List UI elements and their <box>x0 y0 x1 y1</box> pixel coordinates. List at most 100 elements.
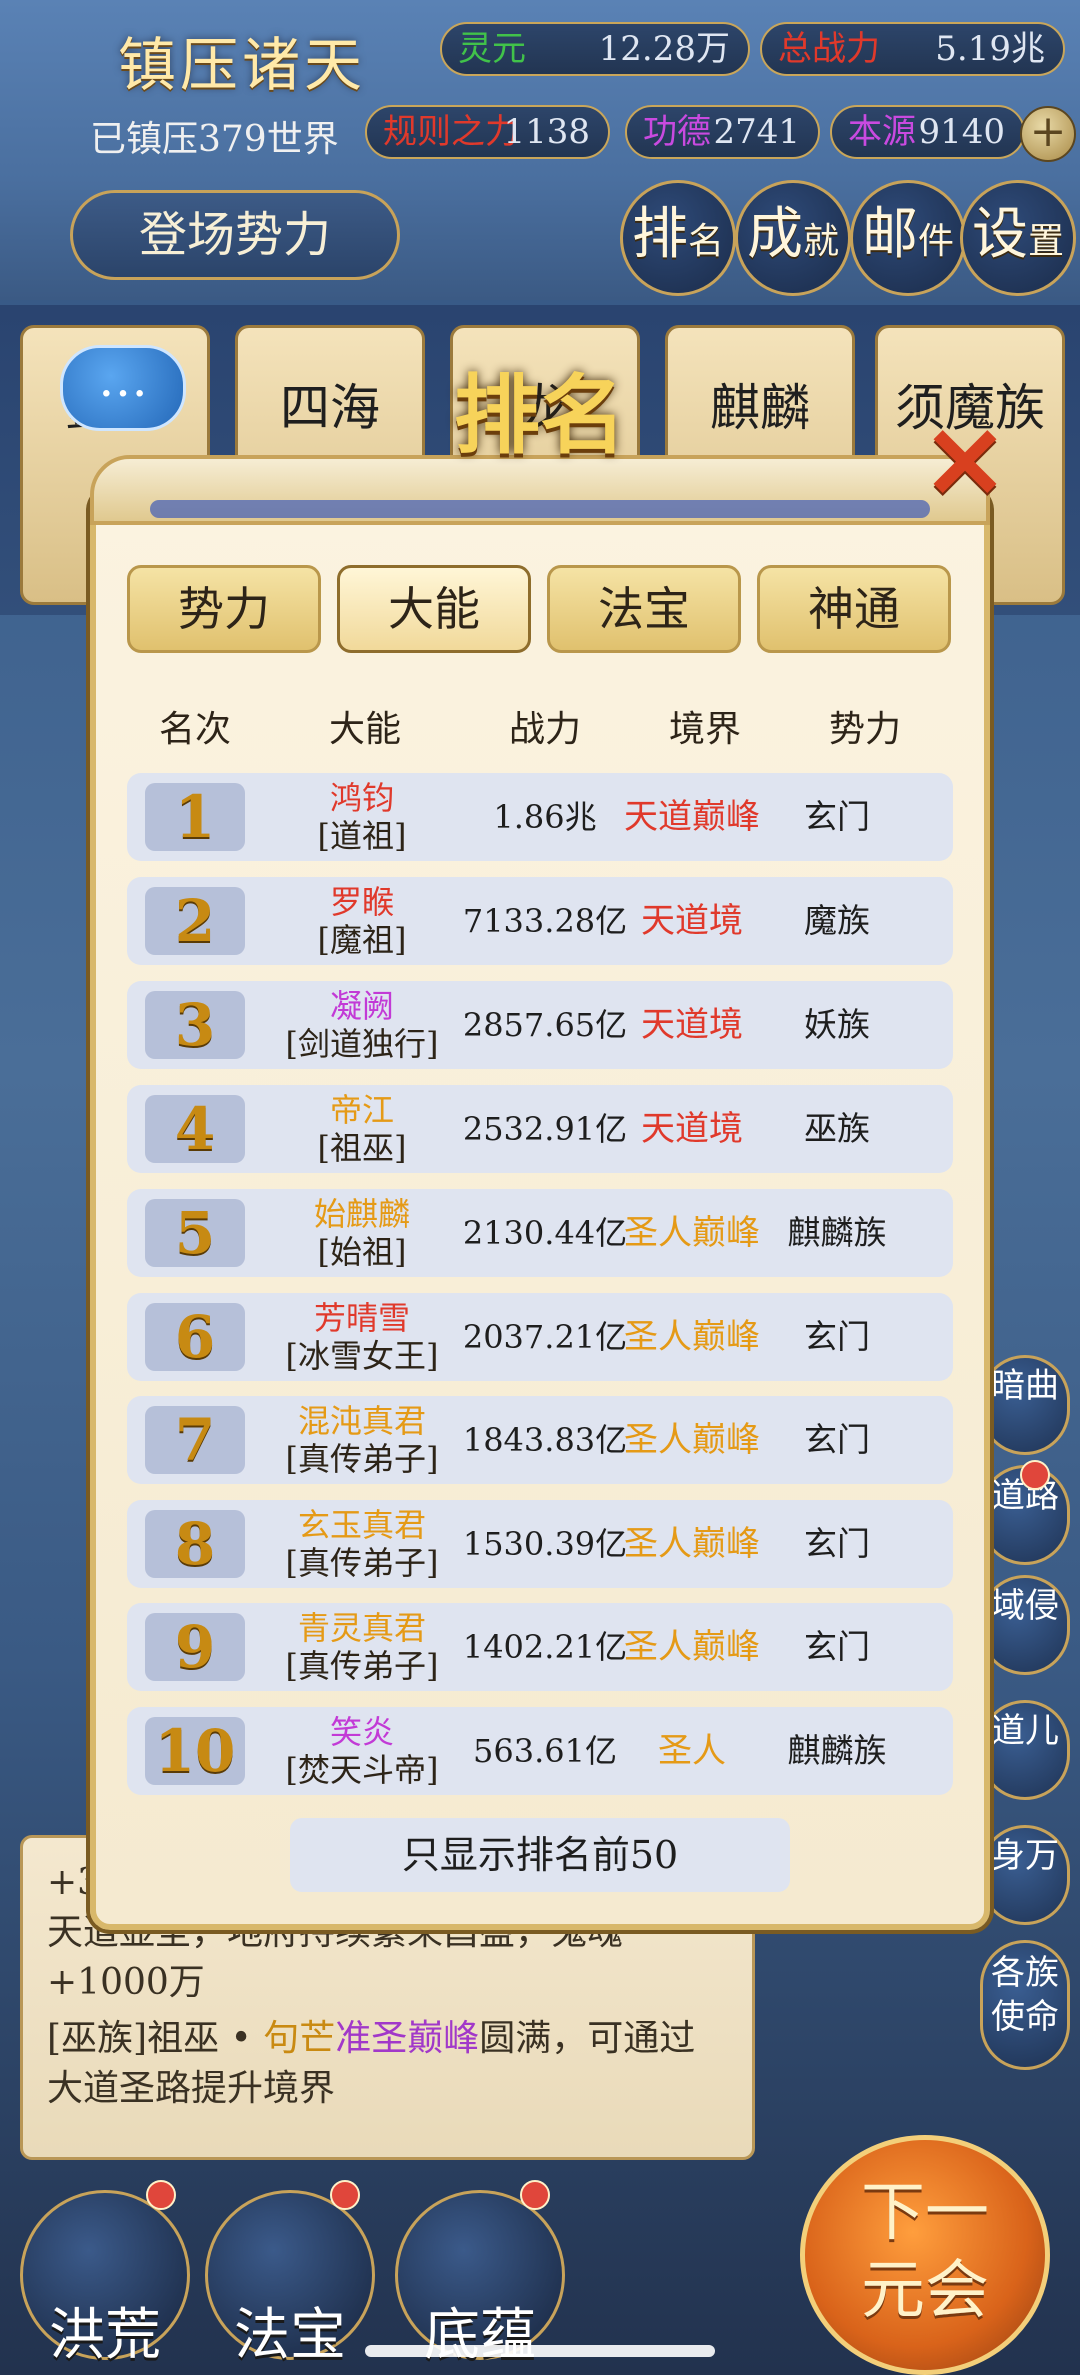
faction-value: 玄门 <box>804 797 870 836</box>
home-indicator[interactable] <box>365 2345 715 2357</box>
character-title: [真传弟子] <box>285 1544 439 1582</box>
stat-value: 12.28万 <box>598 29 730 69</box>
tab-divine-skill[interactable]: 神通 <box>757 565 951 653</box>
character-title: [真传弟子] <box>285 1647 439 1685</box>
side-icon[interactable]: 暗曲 <box>980 1355 1070 1455</box>
character-name: 笑炎 <box>329 1713 394 1751</box>
nav-sub: 件 <box>917 221 954 262</box>
faction-value: 玄门 <box>804 1627 870 1666</box>
character-title: [祖巫] <box>317 1129 407 1167</box>
table-row[interactable]: 4 帝江 [祖巫] 2532.91亿 天道境 巫族 <box>127 1085 953 1173</box>
game-title: 镇压诸天 <box>118 31 367 99</box>
stat-value: 5.19兆 <box>935 29 1045 69</box>
nav-label: 成 <box>746 202 803 267</box>
tab-treasure[interactable]: 法宝 <box>547 565 741 653</box>
rank-badge: 4 <box>145 1095 245 1163</box>
add-resource-button[interactable]: + <box>1020 106 1076 162</box>
tab-faction[interactable]: 势力 <box>127 565 321 653</box>
side-icon[interactable]: 道儿 <box>980 1700 1070 1800</box>
table-row[interactable]: 8 玄玉真君 [真传弟子] 1530.39亿 圣人巅峰 玄门 <box>127 1500 953 1588</box>
notification-badge <box>330 2180 360 2210</box>
clan-mission-icon[interactable]: 各族使命 <box>980 1940 1070 2070</box>
stat-label: 规则之力 <box>383 112 519 152</box>
stat-total-power: 总战力 5.19兆 <box>760 22 1065 76</box>
character-name: 始麒麟 <box>313 1195 410 1233</box>
rank-badge: 2 <box>145 887 245 955</box>
log-prefix: [巫族]祖巫 • <box>47 2018 264 2059</box>
close-icon[interactable]: ✕ <box>920 413 1010 513</box>
table-row[interactable]: 9 青灵真君 [真传弟子] 1402.21亿 圣人巅峰 玄门 <box>127 1603 953 1691</box>
nav-sub: 就 <box>802 221 839 262</box>
table-row[interactable]: 3 凝阙 [剑道独行] 2857.65亿 天道境 妖族 <box>127 981 953 1069</box>
character-title: [剑道独行] <box>285 1025 439 1063</box>
stat-label: 总战力 <box>778 29 880 69</box>
notification-badge <box>1020 1460 1050 1490</box>
table-row[interactable]: 1 鸿钧 [道祖] 1.86兆 天道巅峰 玄门 <box>127 773 953 861</box>
table-row[interactable]: 5 始麒麟 [始祖] 2130.44亿 圣人巅峰 麒麟族 <box>127 1189 953 1277</box>
character-name: 芳晴雪 <box>313 1299 410 1337</box>
character-name: 凝阙 <box>329 987 394 1025</box>
rank-badge: 5 <box>145 1199 245 1267</box>
character-title: [真传弟子] <box>285 1440 439 1478</box>
stat-label: 本源 <box>848 112 916 152</box>
column-header-rank: 名次 <box>158 709 231 750</box>
side-icon[interactable]: 身万 <box>980 1825 1070 1925</box>
log-highlight-name: 句芒 <box>263 2018 336 2059</box>
enter-faction-button[interactable]: 登场势力 <box>70 190 400 280</box>
notification-badge <box>146 2180 176 2210</box>
rank-badge: 7 <box>145 1406 245 1474</box>
suppressed-worlds: 已镇压379世界 <box>90 119 339 160</box>
mail-nav-button[interactable]: 邮件 <box>850 180 966 296</box>
character-name: 青灵真君 <box>297 1609 426 1647</box>
nav-sub: 名 <box>687 221 724 262</box>
settings-nav-button[interactable]: 设置 <box>960 180 1076 296</box>
stat-label: 功德 <box>643 112 711 152</box>
table-row[interactable]: 10 笑炎 [焚天斗帝] 563.61亿 圣人 麒麟族 <box>127 1707 953 1795</box>
faction-value: 魔族 <box>804 901 870 940</box>
chat-bubble-icon[interactable]: … <box>60 345 186 431</box>
faction-value: 玄门 <box>804 1317 870 1356</box>
notification-badge <box>520 2180 550 2210</box>
faction-value: 玄门 <box>804 1524 870 1563</box>
rank-badge: 6 <box>145 1303 245 1371</box>
stat-value: 1138 <box>503 112 590 152</box>
stat-value: 2741 <box>713 112 800 152</box>
next-era-button[interactable]: 下一 元会 <box>800 2135 1050 2375</box>
rank-badge: 10 <box>145 1717 245 1785</box>
ranking-nav-button[interactable]: 排名 <box>620 180 736 296</box>
stat-lingyuan: 灵元 12.28万 <box>440 22 750 76</box>
achievement-nav-button[interactable]: 成就 <box>735 180 851 296</box>
stat-label: 灵元 <box>458 29 526 69</box>
faction-value: 麒麟族 <box>787 1213 887 1252</box>
nav-label: 设 <box>971 202 1028 267</box>
character-name: 鸿钧 <box>329 779 394 817</box>
nav-label: 排 <box>631 202 688 267</box>
column-header-name: 大能 <box>328 709 401 750</box>
rank-badge: 9 <box>145 1613 245 1681</box>
rank-badge: 3 <box>145 991 245 1059</box>
modal-book-ribbon <box>150 500 930 518</box>
stat-rule-power: 规则之力 1138 <box>365 105 610 159</box>
table-row[interactable]: 2 罗睺 [魔祖] 7133.28亿 天道境 魔族 <box>127 877 953 965</box>
character-title: [魔祖] <box>317 921 407 959</box>
log-highlight-realm: 准圣巅峰 <box>335 2018 480 2059</box>
column-header-realm: 境界 <box>668 709 741 750</box>
faction-value: 巫族 <box>804 1109 870 1148</box>
stat-merit: 功德 2741 <box>625 105 820 159</box>
tab-great-power[interactable]: 大能 <box>337 565 531 653</box>
bottom-label: 法宝 <box>234 2303 346 2368</box>
character-title: [始祖] <box>317 1233 407 1271</box>
table-row[interactable]: 7 混沌真君 [真传弟子] 1843.83亿 圣人巅峰 玄门 <box>127 1396 953 1484</box>
character-name: 混沌真君 <box>297 1402 426 1440</box>
side-icon[interactable]: 域侵 <box>980 1575 1070 1675</box>
table-row[interactable]: 6 芳晴雪 [冰雪女王] 2037.21亿 圣人巅峰 玄门 <box>127 1293 953 1381</box>
next-label-2: 元会 <box>861 2254 989 2328</box>
character-name: 帝江 <box>329 1091 394 1129</box>
character-title: [冰雪女王] <box>285 1337 439 1375</box>
character-title: [焚天斗帝] <box>285 1751 439 1789</box>
faction-value: 玄门 <box>804 1420 870 1459</box>
rank-badge: 1 <box>145 783 245 851</box>
character-name: 罗睺 <box>329 883 394 921</box>
top50-note: 只显示排名前50 <box>290 1818 790 1892</box>
nav-label: 邮 <box>861 202 918 267</box>
